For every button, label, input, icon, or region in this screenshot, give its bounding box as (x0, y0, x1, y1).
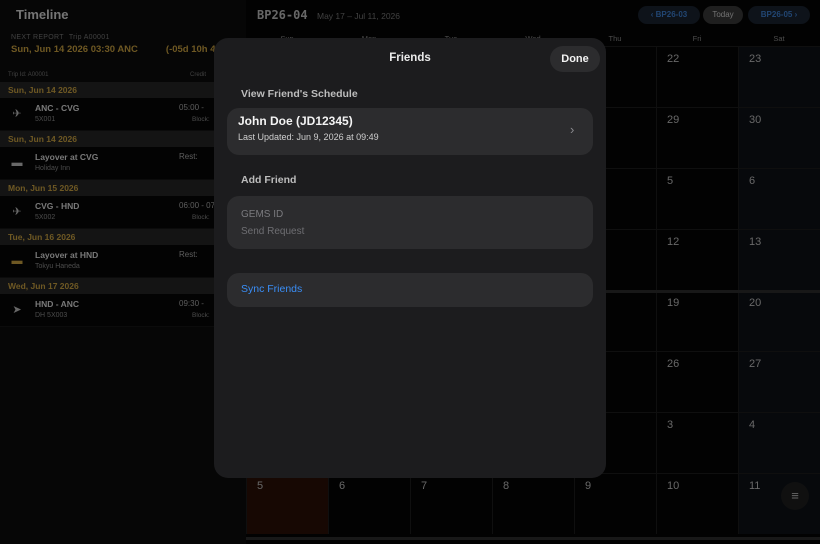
sync-friends-button[interactable]: Sync Friends (241, 283, 302, 295)
view-schedule-heading: View Friend's Schedule (241, 88, 358, 100)
friend-name: John Doe (JD12345) (238, 114, 353, 128)
friend-row[interactable]: John Doe (JD12345) Last Updated: Jun 9, … (227, 108, 593, 155)
done-button[interactable]: Done (550, 46, 600, 72)
chevron-right-icon: › (570, 122, 575, 137)
sync-card: Sync Friends (227, 273, 593, 307)
friends-modal: Friends Done View Friend's Schedule John… (214, 38, 606, 478)
send-request-button[interactable]: Send Request (241, 226, 304, 237)
friend-last-updated: Last Updated: Jun 9, 2026 at 09:49 (238, 132, 379, 142)
add-friend-heading: Add Friend (241, 174, 297, 186)
add-friend-card: Send Request (227, 196, 593, 249)
gems-id-input[interactable] (241, 207, 541, 221)
modal-title: Friends (389, 52, 431, 64)
